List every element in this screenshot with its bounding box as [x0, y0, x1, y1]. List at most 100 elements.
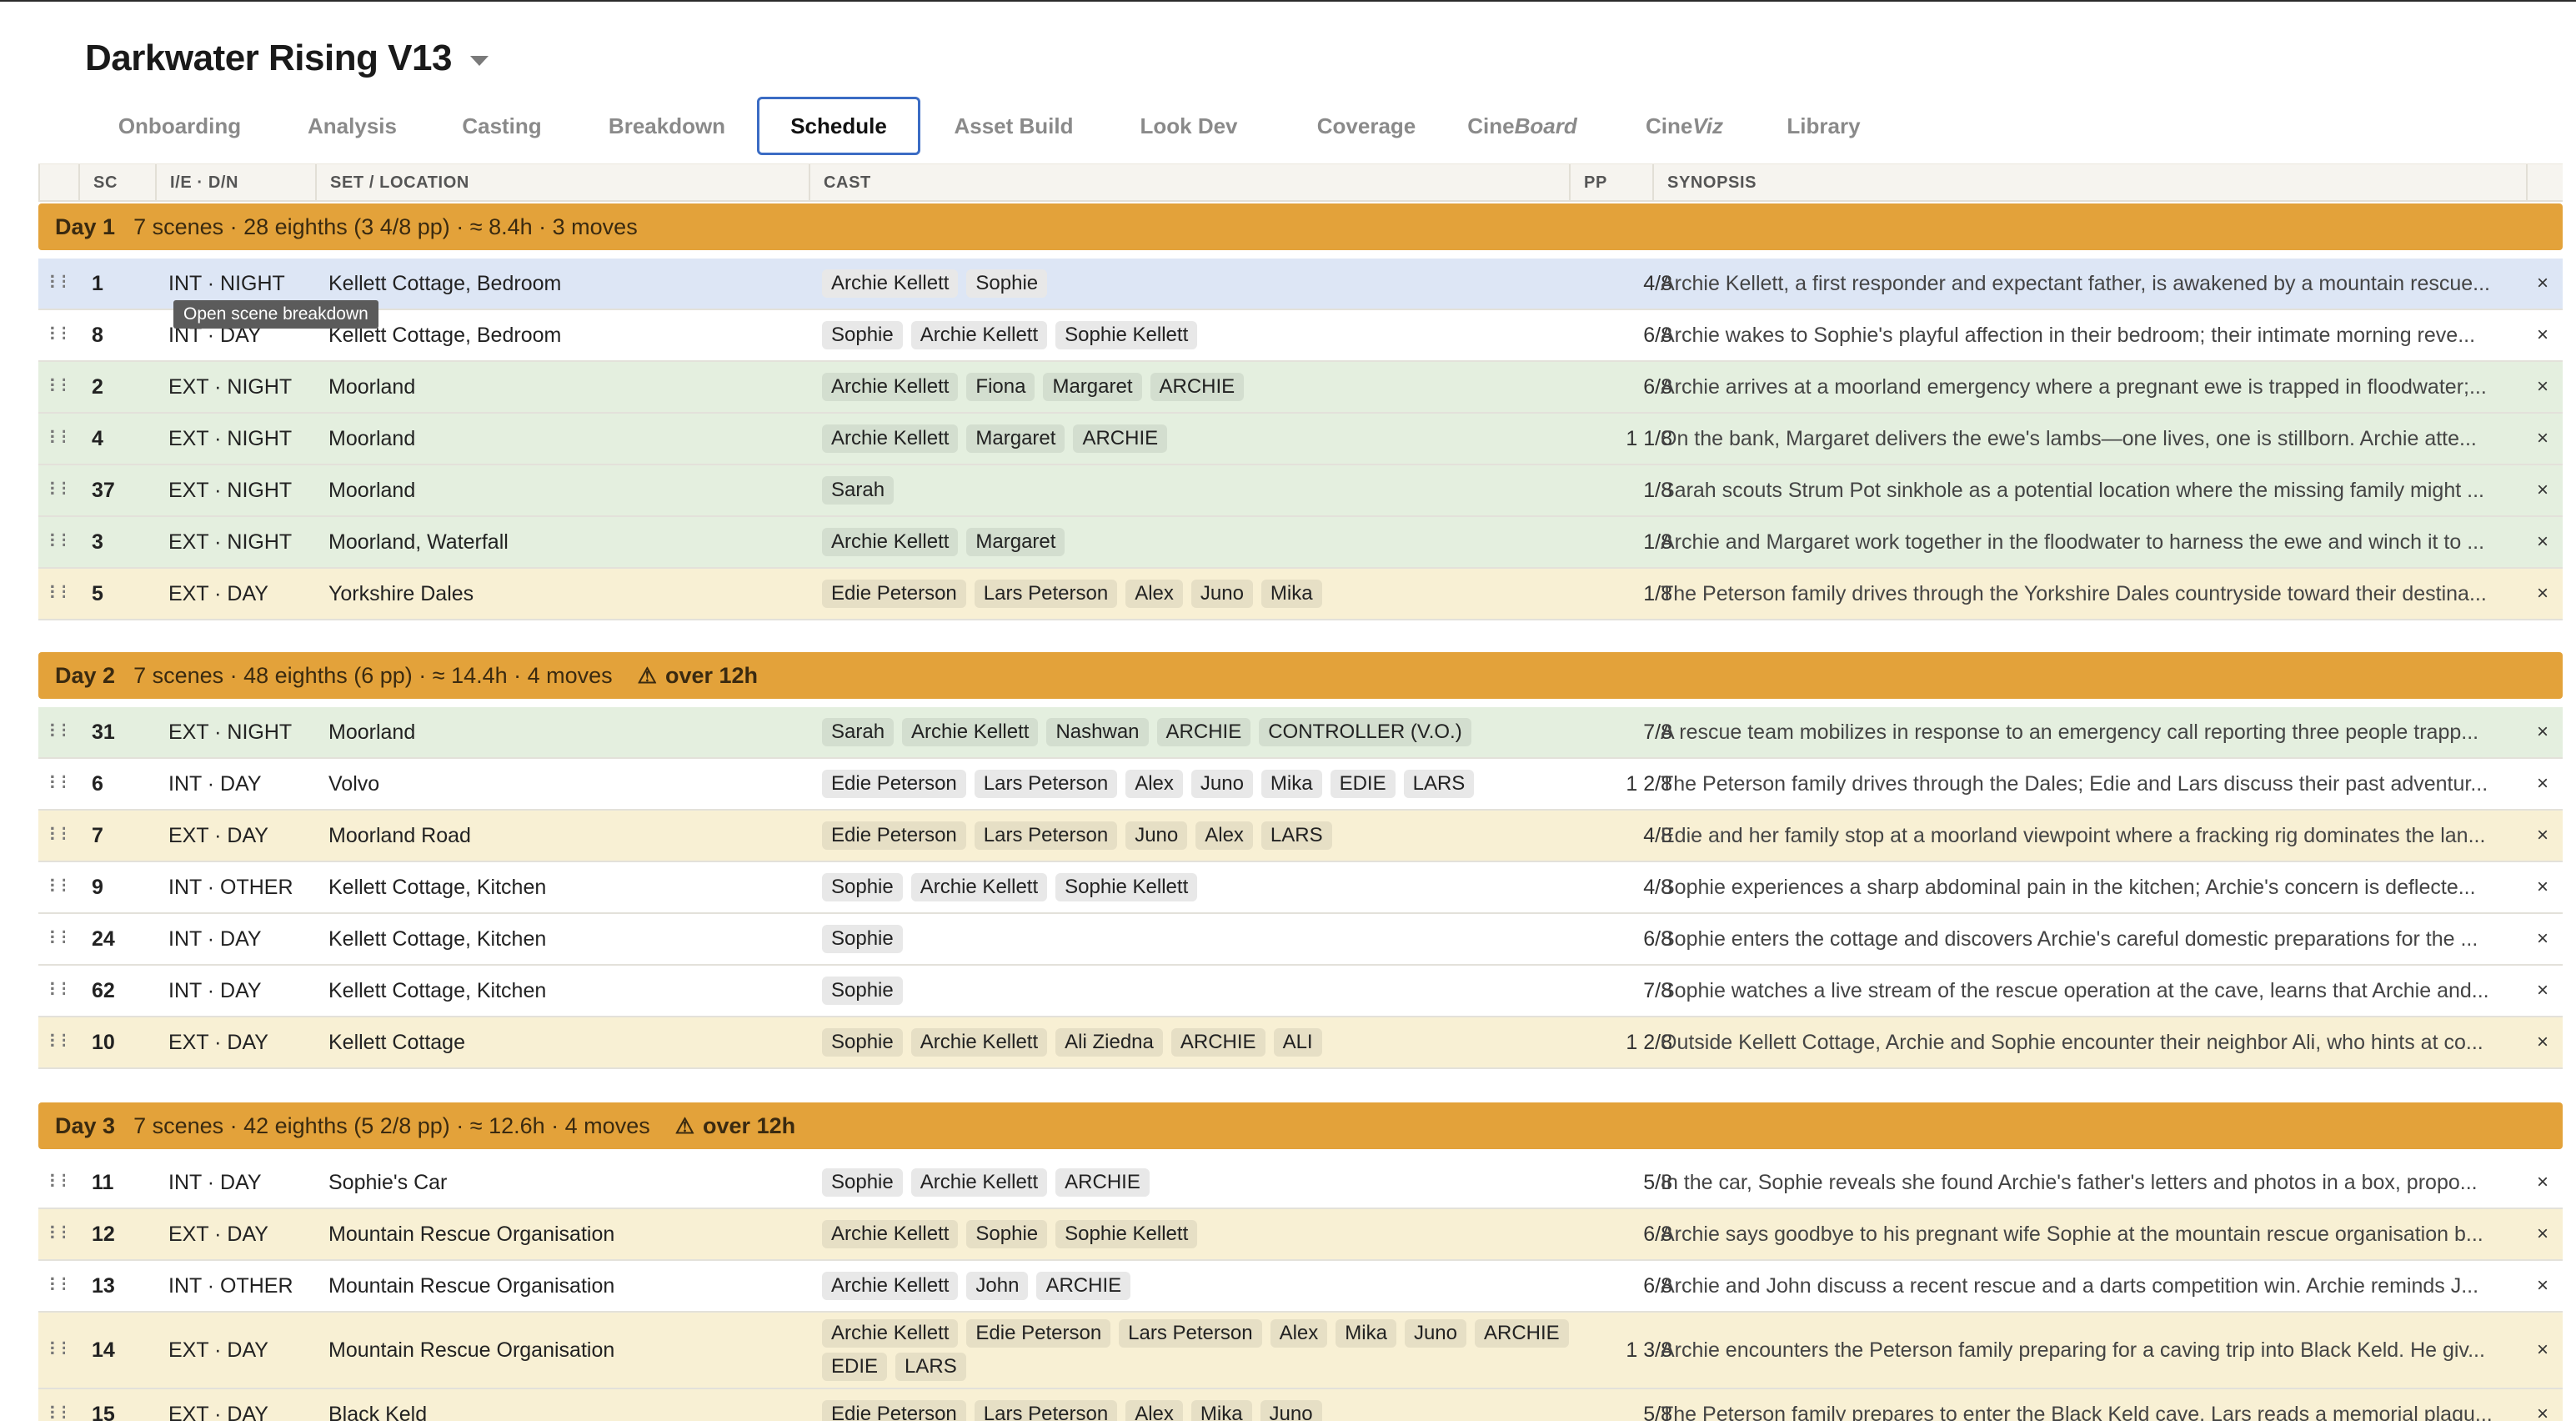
- cast-chip[interactable]: Archie Kellett: [910, 1168, 1048, 1197]
- cast-chip[interactable]: Sarah: [822, 718, 895, 746]
- cast-chip[interactable]: Margaret: [966, 528, 1065, 556]
- column-cast[interactable]: CAST: [809, 164, 1569, 201]
- cast-chip[interactable]: ARCHIE: [1150, 373, 1245, 401]
- scene-row[interactable]: ⠇⠇ 24 INT · DAY Kellett Cottage, Kitchen Sop…: [38, 914, 2563, 966]
- drag-handle-icon[interactable]: ⠇⠇: [48, 310, 65, 360]
- drag-handle-icon[interactable]: ⠇⠇: [48, 811, 65, 861]
- cast-chip[interactable]: Lars Peterson: [974, 770, 1118, 798]
- tab-cineviz[interactable]: Cine Viz: [1613, 97, 1756, 155]
- cast-chip[interactable]: EDIE: [1330, 770, 1396, 798]
- cast-chip[interactable]: Edie Peterson: [966, 1319, 1111, 1348]
- tab-cineboard[interactable]: Cine Board: [1448, 97, 1596, 155]
- cast-chip[interactable]: Sophie Kellett: [1055, 321, 1198, 349]
- cast-chip[interactable]: Archie Kellett: [822, 1220, 959, 1248]
- cast-chip[interactable]: LARS: [1403, 770, 1475, 798]
- cast-chip[interactable]: Sophie: [822, 321, 903, 349]
- column-pp[interactable]: PP: [1569, 164, 1652, 201]
- cast-chip[interactable]: Alex: [1195, 821, 1253, 850]
- cast-chip[interactable]: LARS: [895, 1353, 966, 1381]
- cast-chip[interactable]: Sophie: [822, 977, 903, 1005]
- cast-chip[interactable]: Lars Peterson: [974, 1400, 1118, 1421]
- cast-chip[interactable]: Sophie Kellett: [1055, 1220, 1198, 1248]
- scene-row[interactable]: ⠇⠇ 31 EXT · NIGHT Moorland SarahArchie Kelle…: [38, 707, 2563, 759]
- close-icon[interactable]: ×: [2531, 1157, 2554, 1208]
- cast-chip[interactable]: Archie Kellett: [910, 873, 1048, 901]
- scene-row[interactable]: ⠇⠇ 12 EXT · DAY Mountain Rescue Organisatio…: [38, 1209, 2563, 1261]
- cast-chip[interactable]: ARCHIE: [1475, 1319, 1569, 1348]
- cast-chip[interactable]: Mika: [1260, 770, 1322, 798]
- close-icon[interactable]: ×: [2531, 517, 2554, 567]
- cast-chip[interactable]: Sarah: [822, 476, 895, 505]
- cast-chip[interactable]: EDIE: [822, 1353, 888, 1381]
- cast-chip[interactable]: Lars Peterson: [974, 580, 1118, 608]
- cast-chip[interactable]: Sophie: [966, 1220, 1048, 1248]
- close-icon[interactable]: ×: [2531, 1017, 2554, 1067]
- cast-chip[interactable]: Juno: [1404, 1319, 1466, 1348]
- scene-row[interactable]: ⠇⠇ 6 INT · DAY Volvo Edie Peterson Lars Peter…: [38, 759, 2563, 811]
- scene-row[interactable]: ⠇⠇ 13 INT · OTHER Mountain Rescue Organisat…: [38, 1261, 2563, 1313]
- cast-chip[interactable]: Archie Kellett: [822, 1272, 959, 1300]
- scene-row[interactable]: ⠇⠇ 4 EXT · NIGHT Moorland Archie KellettMarg…: [38, 414, 2563, 465]
- drag-handle-icon[interactable]: ⠇⠇: [48, 966, 65, 1016]
- cast-chip[interactable]: ARCHIE: [1036, 1272, 1131, 1300]
- cast-chip[interactable]: Archie Kellett: [902, 718, 1039, 746]
- cast-chip[interactable]: Alex: [1125, 580, 1183, 608]
- cast-chip[interactable]: John: [966, 1272, 1029, 1300]
- drag-handle-icon[interactable]: ⠇⠇: [48, 914, 65, 964]
- day-header-band[interactable]: Day 2 7 scenes · 48 eighths (6 pp) · ≈ 14…: [38, 652, 2563, 699]
- scene-row[interactable]: ⠇⠇ 10 EXT · DAY Kellett Cottage SophieArchie…: [38, 1017, 2563, 1069]
- drag-handle-icon[interactable]: ⠇⠇: [48, 362, 65, 412]
- cast-chip[interactable]: Archie Kellett: [822, 1319, 959, 1348]
- scene-row[interactable]: ⠇⠇ 7 EXT · DAY Moorland Road Edie Peterson La…: [38, 811, 2563, 862]
- drag-handle-icon[interactable]: ⠇⠇: [48, 1389, 65, 1421]
- cast-chip[interactable]: Archie Kellett: [910, 1028, 1048, 1057]
- cast-chip[interactable]: Edie Peterson: [822, 580, 966, 608]
- cast-chip[interactable]: Lars Peterson: [974, 821, 1118, 850]
- close-icon[interactable]: ×: [2531, 1209, 2554, 1259]
- column-location[interactable]: SET / LOCATION: [315, 164, 809, 201]
- scene-row[interactable]: ⠇⠇8INT · DAYKellett Cottage, BedroomSoph…: [38, 310, 2563, 362]
- drag-handle-icon[interactable]: ⠇⠇: [48, 1261, 65, 1311]
- tab-asset-build[interactable]: Asset Build: [924, 97, 1104, 155]
- close-icon[interactable]: ×: [2531, 707, 2554, 757]
- cast-chip[interactable]: Juno: [1190, 580, 1253, 608]
- cast-chip[interactable]: Lars Peterson: [1119, 1319, 1262, 1348]
- drag-handle-icon[interactable]: ⠇⠇: [48, 259, 65, 309]
- cast-chip[interactable]: Juno: [1260, 1400, 1322, 1421]
- tab-look-dev[interactable]: Look Dev: [1110, 97, 1268, 155]
- cast-chip[interactable]: Margaret: [966, 424, 1065, 453]
- drag-handle-icon[interactable]: ⠇⠇: [48, 862, 65, 912]
- drag-handle-icon[interactable]: ⠇⠇: [48, 1157, 65, 1208]
- cast-chip[interactable]: Archie Kellett: [910, 321, 1048, 349]
- cast-chip[interactable]: Alex: [1125, 1400, 1183, 1421]
- scene-row[interactable]: ⠇⠇ 3 EXT · NIGHT Moorland, Waterfall Archie …: [38, 517, 2563, 569]
- day-header-band[interactable]: Day 3 7 scenes · 42 eighths (5 2/8 pp) · …: [38, 1102, 2563, 1149]
- tab-coverage[interactable]: Coverage: [1276, 97, 1456, 155]
- cast-chip[interactable]: Archie Kellett: [822, 269, 959, 298]
- cast-chip[interactable]: Edie Peterson: [822, 770, 966, 798]
- cast-chip[interactable]: Juno: [1190, 770, 1253, 798]
- drag-handle-icon[interactable]: ⠇⠇: [48, 414, 65, 464]
- chevron-down-icon[interactable]: [469, 56, 489, 66]
- column-ie-dn[interactable]: I/E · D/N: [155, 164, 315, 201]
- close-icon[interactable]: ×: [2531, 362, 2554, 412]
- scene-row[interactable]: ⠇⠇ 11 INT · DAY Sophie's Car SophieArchie Ke…: [38, 1157, 2563, 1209]
- project-title-bar[interactable]: Darkwater Rising V13: [85, 33, 489, 83]
- close-icon[interactable]: ×: [2531, 465, 2554, 515]
- tab-schedule[interactable]: Schedule: [757, 97, 920, 155]
- cast-chip[interactable]: Sophie: [822, 873, 903, 901]
- drag-handle-icon[interactable]: ⠇⠇: [48, 1017, 65, 1067]
- column-synopsis[interactable]: SYNOPSIS: [1652, 164, 2526, 201]
- close-icon[interactable]: ×: [2531, 862, 2554, 912]
- close-icon[interactable]: ×: [2531, 1389, 2554, 1421]
- scene-row[interactable]: ⠇⠇ 37 EXT · NIGHT Moorland Sarah 1/8Sarah sco…: [38, 465, 2563, 517]
- drag-handle-icon[interactable]: ⠇⠇: [48, 1209, 65, 1259]
- day-header-band[interactable]: Day 1 7 scenes · 28 eighths (3 4/8 pp) · …: [38, 203, 2563, 250]
- cast-chip[interactable]: Archie Kellett: [822, 528, 959, 556]
- cast-chip[interactable]: Mika: [1190, 1400, 1252, 1421]
- tab-library[interactable]: Library: [1757, 97, 1890, 155]
- cast-chip[interactable]: Sophie: [822, 925, 903, 953]
- cast-chip[interactable]: Sophie Kellett: [1055, 873, 1198, 901]
- cast-chip[interactable]: Fiona: [966, 373, 1035, 401]
- drag-handle-icon[interactable]: ⠇⠇: [48, 707, 65, 757]
